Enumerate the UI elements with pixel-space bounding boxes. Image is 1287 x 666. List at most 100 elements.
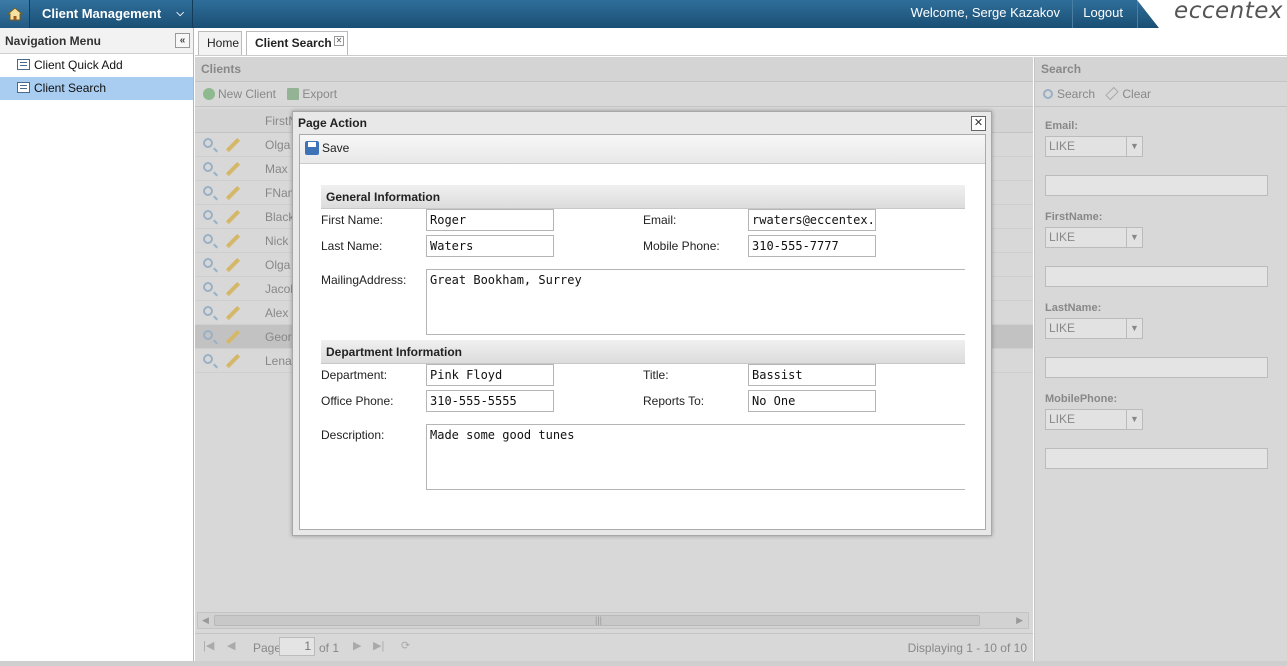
export-label: Export [302, 87, 338, 101]
scroll-left-icon[interactable]: ◀ [202, 615, 209, 626]
first-name-field[interactable]: Roger [426, 209, 554, 231]
eraser-icon [1105, 86, 1120, 101]
status-strip [0, 661, 1287, 666]
edit-icon[interactable] [225, 257, 241, 273]
last-name-filter-input[interactable] [1045, 357, 1268, 378]
nav-item-client-quick-add[interactable]: Client Quick Add [0, 54, 193, 77]
save-label: Save [322, 141, 350, 155]
edit-icon[interactable] [225, 185, 241, 201]
tab-home[interactable]: Home [198, 31, 242, 55]
collapse-icon[interactable]: « [175, 33, 190, 48]
last-name-field[interactable]: Waters [426, 235, 554, 257]
new-client-label: New Client [218, 87, 277, 101]
title-label: Title: [643, 368, 669, 382]
save-button[interactable]: Save [305, 141, 349, 155]
navigation-title: Navigation Menu [5, 34, 102, 48]
close-icon[interactable]: ✕ [971, 116, 986, 131]
navigation-header: Navigation Menu « [0, 28, 193, 54]
view-icon[interactable] [203, 330, 213, 340]
home-button[interactable] [0, 0, 30, 28]
new-client-button[interactable]: New Client [203, 82, 276, 107]
search-toolbar: Search Clear [1035, 82, 1287, 107]
last-name-filter-label: LastName: [1045, 302, 1102, 314]
grip-icon: ||| [595, 615, 603, 625]
first-name-filter-input[interactable] [1045, 266, 1268, 287]
last-page-icon[interactable]: ▶| [373, 639, 384, 652]
view-icon[interactable] [203, 210, 213, 220]
prev-page-icon[interactable]: ◀ [227, 639, 235, 652]
office-phone-field[interactable]: 310-555-5555 [426, 390, 554, 412]
logout-button[interactable]: Logout [1069, 0, 1138, 28]
tab-bar: Home Client Search ✕ [195, 28, 1287, 56]
tab-label: Client Search [255, 36, 332, 50]
view-icon[interactable] [203, 306, 213, 316]
view-icon[interactable] [203, 162, 213, 172]
next-page-icon[interactable]: ▶ [353, 639, 361, 652]
email-operator-select[interactable]: LIKE ▼ [1045, 136, 1143, 157]
edit-icon[interactable] [225, 329, 241, 345]
clear-label: Clear [1122, 87, 1152, 101]
app-menu[interactable]: Client Management ⌵ [30, 0, 193, 28]
app-menu-label: Client Management [42, 6, 162, 21]
edit-icon[interactable] [225, 209, 241, 225]
logo: eccentex [1174, 0, 1283, 24]
edit-icon[interactable] [225, 233, 241, 249]
general-information-header: General Information [321, 185, 965, 209]
department-field[interactable]: Pink Floyd [426, 364, 554, 386]
add-icon [203, 88, 215, 100]
export-button[interactable]: Export [287, 82, 337, 107]
close-icon[interactable]: ✕ [334, 36, 344, 46]
operator-value: LIKE [1049, 321, 1076, 335]
navigation-panel: Navigation Menu « Client Quick Add Clien… [0, 28, 194, 666]
last-name-operator-select[interactable]: LIKE ▼ [1045, 318, 1143, 339]
operator-value: LIKE [1049, 230, 1076, 244]
chevron-down-icon: ▼ [1126, 319, 1142, 338]
refresh-icon[interactable]: ⟳ [401, 639, 410, 652]
reports-to-field[interactable]: No One [748, 390, 876, 412]
scroll-right-icon[interactable]: ▶ [1016, 615, 1023, 626]
nav-item-label: Client Quick Add [34, 58, 123, 72]
welcome-text: Welcome, Serge Kazakov [899, 0, 1073, 28]
cell-first-name: Lena [265, 354, 292, 368]
logo-area: eccentex [1137, 0, 1287, 28]
tab-client-search[interactable]: Client Search ✕ [246, 31, 348, 55]
display-count: Displaying 1 - 10 of 10 [907, 641, 1027, 655]
mobile-phone-filter-input[interactable] [1045, 448, 1268, 469]
first-page-icon[interactable]: |◀ [203, 639, 214, 652]
dialog-title: Page Action [298, 116, 367, 130]
view-icon[interactable] [203, 282, 213, 292]
view-icon[interactable] [203, 138, 213, 148]
nav-item-client-search[interactable]: Client Search [0, 77, 193, 100]
scrollbar-thumb[interactable]: ||| [214, 615, 980, 626]
chevron-down-icon: ⌵ [176, 8, 184, 19]
edit-icon[interactable] [225, 353, 241, 369]
chevron-down-icon: ▼ [1126, 228, 1142, 247]
view-icon[interactable] [203, 234, 213, 244]
first-name-operator-select[interactable]: LIKE ▼ [1045, 227, 1143, 248]
form-icon [17, 82, 30, 93]
edit-icon[interactable] [225, 161, 241, 177]
page-label: Page [253, 641, 282, 655]
title-field[interactable]: Bassist [748, 364, 876, 386]
save-icon [305, 141, 319, 155]
search-label: Search [1057, 87, 1096, 101]
clear-button[interactable]: Clear [1105, 82, 1152, 107]
cell-first-name: Max [265, 162, 288, 176]
search-button[interactable]: Search [1043, 82, 1095, 107]
view-icon[interactable] [203, 186, 213, 196]
horizontal-scrollbar[interactable]: ◀ ||| ▶ [197, 612, 1029, 629]
view-icon[interactable] [203, 354, 213, 364]
edit-icon[interactable] [225, 281, 241, 297]
page-input[interactable]: 1 [279, 637, 315, 656]
email-filter-input[interactable] [1045, 175, 1268, 196]
email-field[interactable]: rwaters@eccentex.co [748, 209, 876, 231]
description-field[interactable]: Made some good tunes [426, 424, 965, 490]
view-icon[interactable] [203, 258, 213, 268]
mobile-phone-field[interactable]: 310-555-7777 [748, 235, 876, 257]
edit-icon[interactable] [225, 137, 241, 153]
mobile-phone-operator-select[interactable]: LIKE ▼ [1045, 409, 1143, 430]
mailing-address-field[interactable]: Great Bookham, Surrey [426, 269, 965, 335]
edit-icon[interactable] [225, 305, 241, 321]
first-name-label: First Name: [321, 213, 384, 227]
page-count: of 1 [319, 641, 340, 655]
